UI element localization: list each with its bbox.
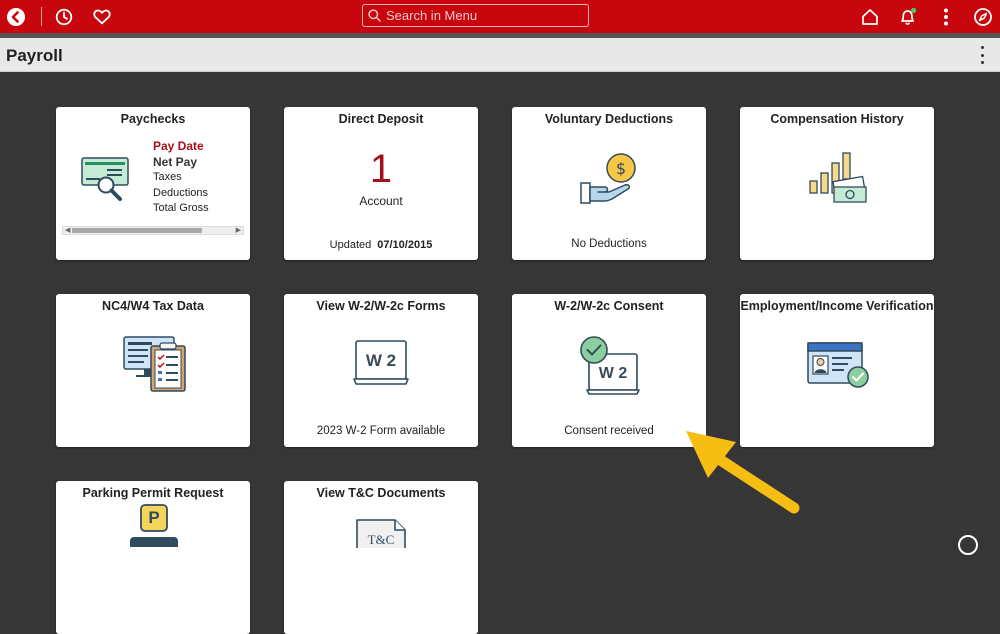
page-title: Payroll <box>6 46 63 65</box>
tc-icon-text: T&C <box>367 532 395 547</box>
kebab-dot-icon <box>980 61 984 64</box>
kebab-dot-icon <box>980 53 984 57</box>
compass-icon <box>974 7 992 26</box>
favorites-button[interactable] <box>92 0 112 33</box>
tile-parking-permit-request[interactable]: Parking Permit Request P <box>56 481 250 634</box>
list-item: Pay Date <box>153 139 204 153</box>
tile-paychecks[interactable]: Paychecks Pay Date Net Pay Taxes Deducti… <box>56 107 250 260</box>
tile-view-w2-forms[interactable]: View W-2/W-2c Forms W 2 2023 W-2 Form av… <box>284 294 478 447</box>
parking-icon-letter: P <box>148 508 160 527</box>
hand-coin-icon: $ <box>580 153 636 204</box>
tile-footer: 2023 W-2 Form available <box>316 425 446 437</box>
w2-icon-text: W 2 <box>598 365 628 382</box>
search-input[interactable] <box>386 8 586 23</box>
updated-label: Updated <box>329 239 372 251</box>
notifications-button[interactable] <box>898 0 918 33</box>
notification-dot <box>911 7 917 13</box>
back-arrow-icon <box>7 7 25 26</box>
home-button[interactable] <box>860 0 880 33</box>
tile-view-tc-documents[interactable]: View T&C Documents T&C <box>284 481 478 634</box>
kebab-dot-icon <box>980 46 984 49</box>
horizontal-scrollbar[interactable]: ◀ ▶ <box>62 226 244 235</box>
navbar-button[interactable] <box>973 0 993 33</box>
tc-document-icon: T&C <box>355 518 407 548</box>
list-item: Total Gross <box>153 202 209 214</box>
tile-title: NC4/W4 Tax Data <box>102 299 204 313</box>
parking-sign-icon: P <box>127 503 181 547</box>
yellow-annotation-arrow-icon <box>686 431 800 514</box>
monitor-clipboard-icon <box>123 336 186 392</box>
paycheck-fields-list: Pay Date Net Pay Taxes Deductions Total … <box>153 139 209 217</box>
tile-title: Direct Deposit <box>338 112 424 126</box>
tile-title: Paychecks <box>120 112 186 126</box>
tile-footer: No Deductions <box>571 238 647 250</box>
search-icon <box>368 9 381 22</box>
bell-icon <box>901 7 917 25</box>
page-title-bar: Payroll <box>0 38 1000 72</box>
paycheck-magnifier-icon <box>81 157 129 201</box>
tile-title: Voluntary Deductions <box>544 112 674 126</box>
svg-text:$: $ <box>616 159 626 178</box>
list-item: Net Pay <box>153 154 198 169</box>
home-icon <box>862 8 878 25</box>
scrollbar-thumb[interactable] <box>72 228 202 233</box>
tile-title: Compensation History <box>770 112 904 126</box>
tile-compensation-history[interactable]: Compensation History <box>740 107 934 260</box>
id-card-check-icon <box>807 342 869 388</box>
tile-voluntary-deductions[interactable]: Voluntary Deductions $ No Deductions <box>512 107 706 260</box>
updated-info: Updated 07/10/2015 <box>284 239 478 251</box>
clock-icon <box>55 8 73 25</box>
page-actions-button[interactable] <box>976 46 988 64</box>
w2-icon-text: W 2 <box>365 351 397 370</box>
tile-title: Parking Permit Request <box>82 486 224 500</box>
tile-direct-deposit[interactable]: Direct Deposit 1 Account Updated 07/10/20… <box>284 107 478 260</box>
tile-title: W-2/W-2c Consent <box>554 299 664 313</box>
heart-icon <box>93 9 111 24</box>
search-box[interactable] <box>362 4 589 27</box>
back-button[interactable] <box>5 0 27 33</box>
kebab-menu-icon <box>944 8 948 25</box>
account-count: 1 <box>369 147 393 191</box>
top-navigation-bar <box>0 0 1000 33</box>
laptop-w2-check-icon: W 2 <box>578 334 642 396</box>
list-item: Deductions <box>153 186 209 199</box>
tile-title: View T&C Documents <box>316 486 446 500</box>
circle-icon[interactable] <box>958 535 978 555</box>
toolbar-divider <box>41 7 42 26</box>
account-label: Account <box>359 194 403 208</box>
tile-nc4-w4-tax-data[interactable]: NC4/W4 Tax Data <box>56 294 250 447</box>
scroll-left-arrow-icon[interactable]: ◀ <box>65 226 70 235</box>
updated-date: 07/10/2015 <box>377 239 433 251</box>
list-item: Taxes <box>153 171 182 183</box>
laptop-w2-icon: W 2 <box>353 340 409 388</box>
growth-bars-money-icon <box>809 152 867 203</box>
actions-menu-button[interactable] <box>936 0 956 33</box>
tile-title: Employment/Income Verification <box>740 299 934 313</box>
tile-title: View W-2/W-2c Forms <box>316 299 446 313</box>
scroll-right-arrow-icon[interactable]: ▶ <box>236 226 241 235</box>
recent-places-button[interactable] <box>54 0 74 33</box>
